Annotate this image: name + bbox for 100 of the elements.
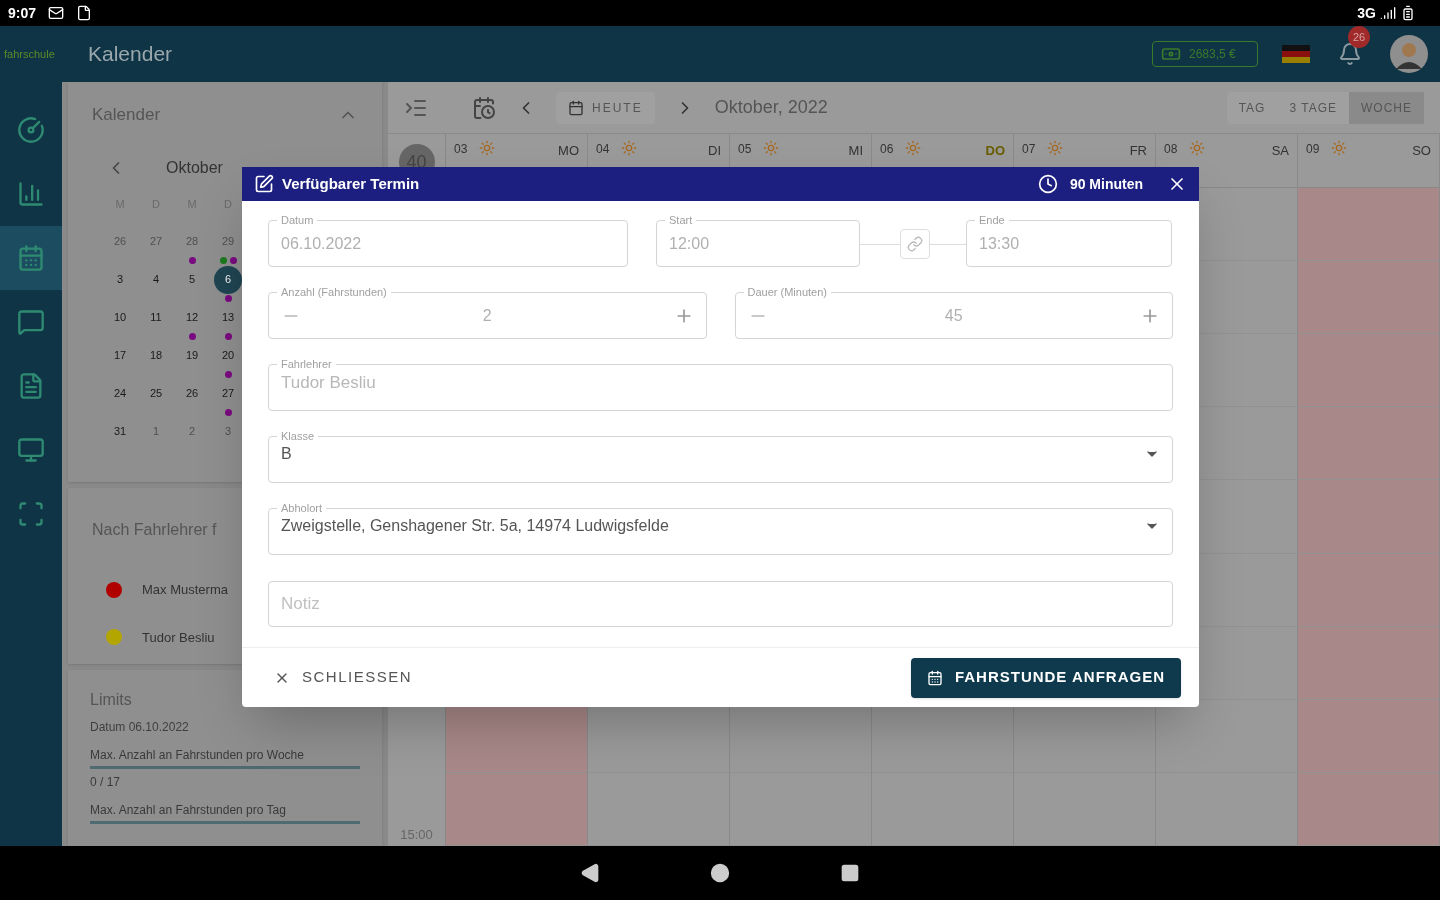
day-number: 07 [1022, 141, 1036, 158]
status-time: 9:07 [8, 3, 37, 23]
weekday-label: DO [985, 144, 1005, 160]
day-number: 04 [596, 141, 610, 158]
clock-icon [1037, 174, 1058, 194]
limit-label: Max. Anzahl an Fahrstunden pro Tag [90, 802, 287, 819]
link-icon [907, 236, 923, 252]
field-value: Zweigstelle, Genshagener Str. 5a, 14974 Ludwigsfelde [281, 516, 669, 536]
calendar-day[interactable]: 29 [214, 227, 242, 256]
teacher-name[interactable]: Max Musterma [142, 580, 228, 600]
number-stepper[interactable]: Anzahl (Fahrstunden) 2 [268, 287, 707, 339]
calendar-day[interactable]: 26 [106, 227, 134, 256]
today-button[interactable]: HEUTE [556, 91, 655, 124]
calendar-day[interactable]: 24 [106, 379, 134, 408]
recents-button[interactable] [840, 863, 860, 883]
calendar-clock-icon[interactable] [472, 95, 496, 120]
view-tab[interactable]: TAG [1226, 91, 1278, 124]
note-field[interactable]: Notiz [268, 581, 1173, 627]
calendar-day[interactable]: 26 [178, 379, 206, 408]
calendar-day[interactable]: 6 [214, 265, 242, 294]
day-number: 03 [454, 141, 468, 158]
view-tab[interactable]: 3 TAGE [1277, 91, 1349, 124]
close-button[interactable]: SCHLIESSEN [274, 666, 413, 689]
teacher-field[interactable]: Fahrlehrer Tudor Besliu [268, 359, 1173, 411]
sunrise-icon [479, 140, 496, 156]
calendar-day[interactable]: 1 [142, 417, 170, 446]
field-label: Abholort [280, 503, 323, 514]
calendar-day[interactable]: 10 [106, 303, 134, 332]
flag-icon[interactable] [1282, 45, 1310, 63]
day-number: 06 [880, 141, 894, 158]
calendar-day[interactable]: 27 [214, 379, 242, 408]
sunrise-icon [1331, 140, 1348, 156]
calendar-icon [926, 669, 943, 686]
sunrise-icon [1047, 140, 1064, 156]
field-value: 06.10.2022 [281, 234, 362, 254]
home-button[interactable] [710, 863, 730, 883]
network-type: 3G [1357, 3, 1376, 23]
date-field[interactable]: Datum 06.10.2022 [268, 215, 628, 267]
day-number: 09 [1306, 141, 1320, 158]
calendar-day[interactable]: 5 [178, 265, 206, 294]
sunrise-icon [621, 140, 638, 156]
number-stepper[interactable]: Dauer (Minuten) 45 [734, 287, 1173, 339]
balance-chip[interactable]: 2683,5 € [1152, 41, 1258, 67]
edit-icon [254, 174, 274, 194]
battery-icon [1400, 5, 1416, 21]
field-value: 2 [482, 306, 492, 326]
weekday-label: DI [708, 144, 721, 160]
calendar-icon [568, 99, 584, 116]
field-label: Klasse [280, 431, 316, 442]
class-select[interactable]: Klasse B [268, 431, 1173, 483]
teacher-name[interactable]: Tudor Besliu [142, 627, 215, 647]
day-number: 08 [1164, 141, 1178, 158]
field-label: Ende [978, 215, 1006, 226]
calendar-day[interactable]: 27 [142, 227, 170, 256]
avatar[interactable] [1390, 35, 1428, 73]
weekday-label: MO [558, 144, 579, 160]
field-value: 12:00 [669, 234, 710, 254]
calendar-day[interactable]: 25 [142, 379, 170, 408]
calendar-day[interactable]: 2 [178, 417, 206, 446]
limits-date: Datum 06.10.2022 [90, 719, 190, 736]
calendar-day[interactable]: 18 [142, 341, 170, 370]
notifications-icon[interactable] [1338, 42, 1362, 66]
bar-chart-icon [17, 180, 45, 208]
time-field[interactable]: Start 12:00 [656, 215, 860, 267]
field-label: Datum [280, 215, 315, 226]
weekday-label: MI [848, 144, 863, 160]
signal-icon [1380, 5, 1396, 21]
calendar-day[interactable]: 12 [178, 303, 206, 332]
request-lesson-button[interactable]: FAHRSTUNDE ANFRAGEN [910, 657, 1181, 698]
chat-icon [17, 308, 45, 336]
calendar-day[interactable]: 13 [214, 303, 242, 332]
mail-icon [48, 5, 65, 21]
card-title: Nach Fahrlehrer f [92, 521, 217, 538]
field-value: B [281, 444, 292, 464]
pickup-select[interactable]: Abholort Zweigstelle, Genshagener Str. 5a, 14974 Ludwigsfelde [268, 503, 1173, 555]
nav-item[interactable] [0, 226, 62, 290]
monitor-icon [17, 436, 45, 464]
link-toggle[interactable] [900, 229, 930, 259]
limit-label: Max. Anzahl an Fahrstunden pro Woche [90, 747, 305, 764]
field-label: Fahrlehrer [280, 359, 333, 370]
calendar-day[interactable]: 28 [178, 227, 206, 256]
calendar-day[interactable]: 19 [178, 341, 206, 370]
field-label: Dauer (Minuten) [746, 287, 828, 298]
time-field[interactable]: Ende 13:30 [966, 215, 1172, 267]
gauge-icon [17, 116, 45, 144]
card-title: Kalender [92, 104, 161, 126]
sunrise-icon [763, 140, 780, 156]
calendar-day[interactable]: 17 [106, 341, 134, 370]
field-value: 45 [944, 306, 963, 326]
calendar-day[interactable]: 20 [214, 341, 242, 370]
calendar-day[interactable]: 4 [142, 265, 170, 294]
field-value: 13:30 [979, 234, 1020, 254]
back-button[interactable] [580, 863, 600, 883]
logo: fahrschule [3, 46, 56, 62]
scan-icon [17, 500, 45, 528]
calendar-day[interactable]: 31 [106, 417, 134, 446]
field-label: Start [668, 215, 694, 226]
calendar-day[interactable]: 11 [142, 303, 170, 332]
calendar-day[interactable]: 3 [214, 417, 242, 446]
calendar-day[interactable]: 3 [106, 265, 134, 294]
